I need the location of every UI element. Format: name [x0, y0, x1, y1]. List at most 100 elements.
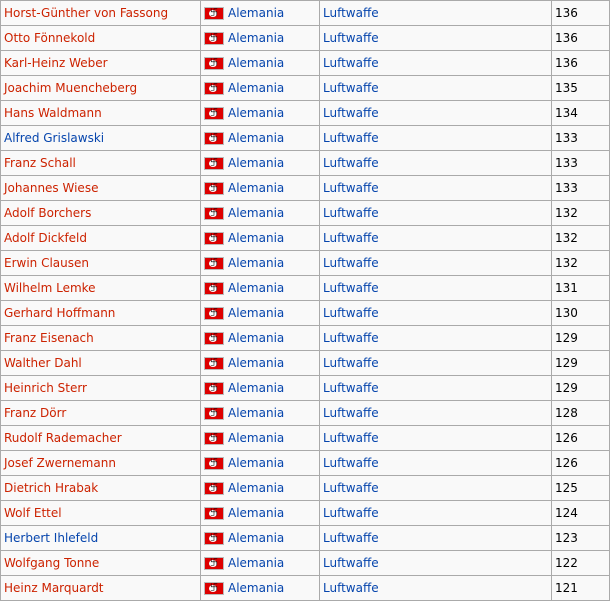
- pilot-name-link[interactable]: Adolf Borchers: [4, 206, 91, 220]
- branch-link[interactable]: Luftwaffe: [323, 406, 379, 420]
- country-link[interactable]: Alemania: [228, 531, 284, 545]
- country-link[interactable]: Alemania: [228, 6, 284, 20]
- country-link[interactable]: Alemania: [228, 356, 284, 370]
- victories-cell: 123: [551, 525, 610, 551]
- country-link[interactable]: Alemania: [228, 106, 284, 120]
- branch-link[interactable]: Luftwaffe: [323, 506, 379, 520]
- branch-link[interactable]: Luftwaffe: [323, 331, 379, 345]
- table-row: Johannes Wiese Alemania Luftwaffe 133: [0, 175, 610, 201]
- branch-link[interactable]: Luftwaffe: [323, 581, 379, 595]
- pilot-name-link[interactable]: Heinrich Sterr: [4, 381, 87, 395]
- pilot-name-link[interactable]: Joachim Muencheberg: [4, 81, 137, 95]
- branch-cell: Luftwaffe: [319, 400, 552, 426]
- pilot-name-cell: Wolfgang Tonne: [0, 550, 201, 576]
- pilot-name-link[interactable]: Josef Zwernemann: [4, 456, 116, 470]
- branch-link[interactable]: Luftwaffe: [323, 181, 379, 195]
- branch-link[interactable]: Luftwaffe: [323, 556, 379, 570]
- branch-link[interactable]: Luftwaffe: [323, 381, 379, 395]
- branch-cell: Luftwaffe: [319, 575, 552, 601]
- pilot-name-link[interactable]: Wilhelm Lemke: [4, 281, 96, 295]
- pilot-name-link[interactable]: Adolf Dickfeld: [4, 231, 87, 245]
- pilot-name-link[interactable]: Herbert Ihlefeld: [4, 531, 98, 545]
- country-link[interactable]: Alemania: [228, 431, 284, 445]
- german-war-flag-icon: [204, 207, 224, 220]
- country-link[interactable]: Alemania: [228, 281, 284, 295]
- victories-cell: 135: [551, 75, 610, 101]
- country-link[interactable]: Alemania: [228, 581, 284, 595]
- branch-cell: Luftwaffe: [319, 350, 552, 376]
- country-link[interactable]: Alemania: [228, 506, 284, 520]
- branch-cell: Luftwaffe: [319, 0, 552, 26]
- pilot-name-link[interactable]: Wolfgang Tonne: [4, 556, 99, 570]
- country-link[interactable]: Alemania: [228, 481, 284, 495]
- branch-link[interactable]: Luftwaffe: [323, 281, 379, 295]
- country-cell: Alemania: [200, 475, 320, 501]
- pilot-name-link[interactable]: Otto Fönnekold: [4, 31, 95, 45]
- pilot-name-link[interactable]: Horst-Günther von Fassong: [4, 6, 168, 20]
- branch-link[interactable]: Luftwaffe: [323, 31, 379, 45]
- pilot-name-link[interactable]: Heinz Marquardt: [4, 581, 104, 595]
- german-war-flag-icon: [204, 257, 224, 270]
- pilot-name-link[interactable]: Erwin Clausen: [4, 256, 89, 270]
- victories-value: 128: [555, 406, 578, 420]
- pilot-name-link[interactable]: Karl-Heinz Weber: [4, 56, 108, 70]
- victories-value: 133: [555, 156, 578, 170]
- branch-link[interactable]: Luftwaffe: [323, 106, 379, 120]
- german-war-flag-icon: [204, 507, 224, 520]
- victories-cell: 136: [551, 0, 610, 26]
- branch-link[interactable]: Luftwaffe: [323, 456, 379, 470]
- branch-cell: Luftwaffe: [319, 75, 552, 101]
- branch-link[interactable]: Luftwaffe: [323, 156, 379, 170]
- pilot-name-link[interactable]: Rudolf Rademacher: [4, 431, 122, 445]
- country-link[interactable]: Alemania: [228, 231, 284, 245]
- branch-link[interactable]: Luftwaffe: [323, 431, 379, 445]
- pilot-name-link[interactable]: Walther Dahl: [4, 356, 82, 370]
- country-link[interactable]: Alemania: [228, 556, 284, 570]
- branch-link[interactable]: Luftwaffe: [323, 481, 379, 495]
- branch-cell: Luftwaffe: [319, 50, 552, 76]
- country-link[interactable]: Alemania: [228, 331, 284, 345]
- branch-link[interactable]: Luftwaffe: [323, 256, 379, 270]
- pilot-name-link[interactable]: Franz Schall: [4, 156, 76, 170]
- country-link[interactable]: Alemania: [228, 456, 284, 470]
- country-cell: Alemania: [200, 275, 320, 301]
- country-link[interactable]: Alemania: [228, 131, 284, 145]
- branch-link[interactable]: Luftwaffe: [323, 231, 379, 245]
- pilot-name-link[interactable]: Alfred Grislawski: [4, 131, 104, 145]
- country-cell: Alemania: [200, 0, 320, 26]
- country-link[interactable]: Alemania: [228, 181, 284, 195]
- pilot-name-link[interactable]: Hans Waldmann: [4, 106, 102, 120]
- country-link[interactable]: Alemania: [228, 81, 284, 95]
- victories-value: 132: [555, 256, 578, 270]
- country-link[interactable]: Alemania: [228, 256, 284, 270]
- branch-link[interactable]: Luftwaffe: [323, 56, 379, 70]
- country-cell: Alemania: [200, 550, 320, 576]
- country-link[interactable]: Alemania: [228, 56, 284, 70]
- pilot-name-link[interactable]: Johannes Wiese: [4, 181, 98, 195]
- branch-link[interactable]: Luftwaffe: [323, 131, 379, 145]
- german-war-flag-icon: [204, 357, 224, 370]
- country-link[interactable]: Alemania: [228, 306, 284, 320]
- country-link[interactable]: Alemania: [228, 381, 284, 395]
- country-link[interactable]: Alemania: [228, 156, 284, 170]
- branch-link[interactable]: Luftwaffe: [323, 81, 379, 95]
- german-war-flag-icon: [204, 7, 224, 20]
- branch-link[interactable]: Luftwaffe: [323, 306, 379, 320]
- branch-link[interactable]: Luftwaffe: [323, 6, 379, 20]
- victories-cell: 132: [551, 250, 610, 276]
- pilot-name-link[interactable]: Franz Eisenach: [4, 331, 94, 345]
- pilot-name-link[interactable]: Franz Dörr: [4, 406, 66, 420]
- table-row: Erwin Clausen Alemania Luftwaffe 132: [0, 250, 610, 276]
- country-link[interactable]: Alemania: [228, 406, 284, 420]
- pilot-name-link[interactable]: Gerhard Hoffmann: [4, 306, 115, 320]
- country-link[interactable]: Alemania: [228, 206, 284, 220]
- pilot-name-link[interactable]: Wolf Ettel: [4, 506, 62, 520]
- branch-link[interactable]: Luftwaffe: [323, 206, 379, 220]
- victories-cell: 131: [551, 275, 610, 301]
- branch-link[interactable]: Luftwaffe: [323, 531, 379, 545]
- victories-value: 123: [555, 531, 578, 545]
- pilot-name-link[interactable]: Dietrich Hrabak: [4, 481, 98, 495]
- branch-link[interactable]: Luftwaffe: [323, 356, 379, 370]
- german-war-flag-icon: [204, 232, 224, 245]
- country-link[interactable]: Alemania: [228, 31, 284, 45]
